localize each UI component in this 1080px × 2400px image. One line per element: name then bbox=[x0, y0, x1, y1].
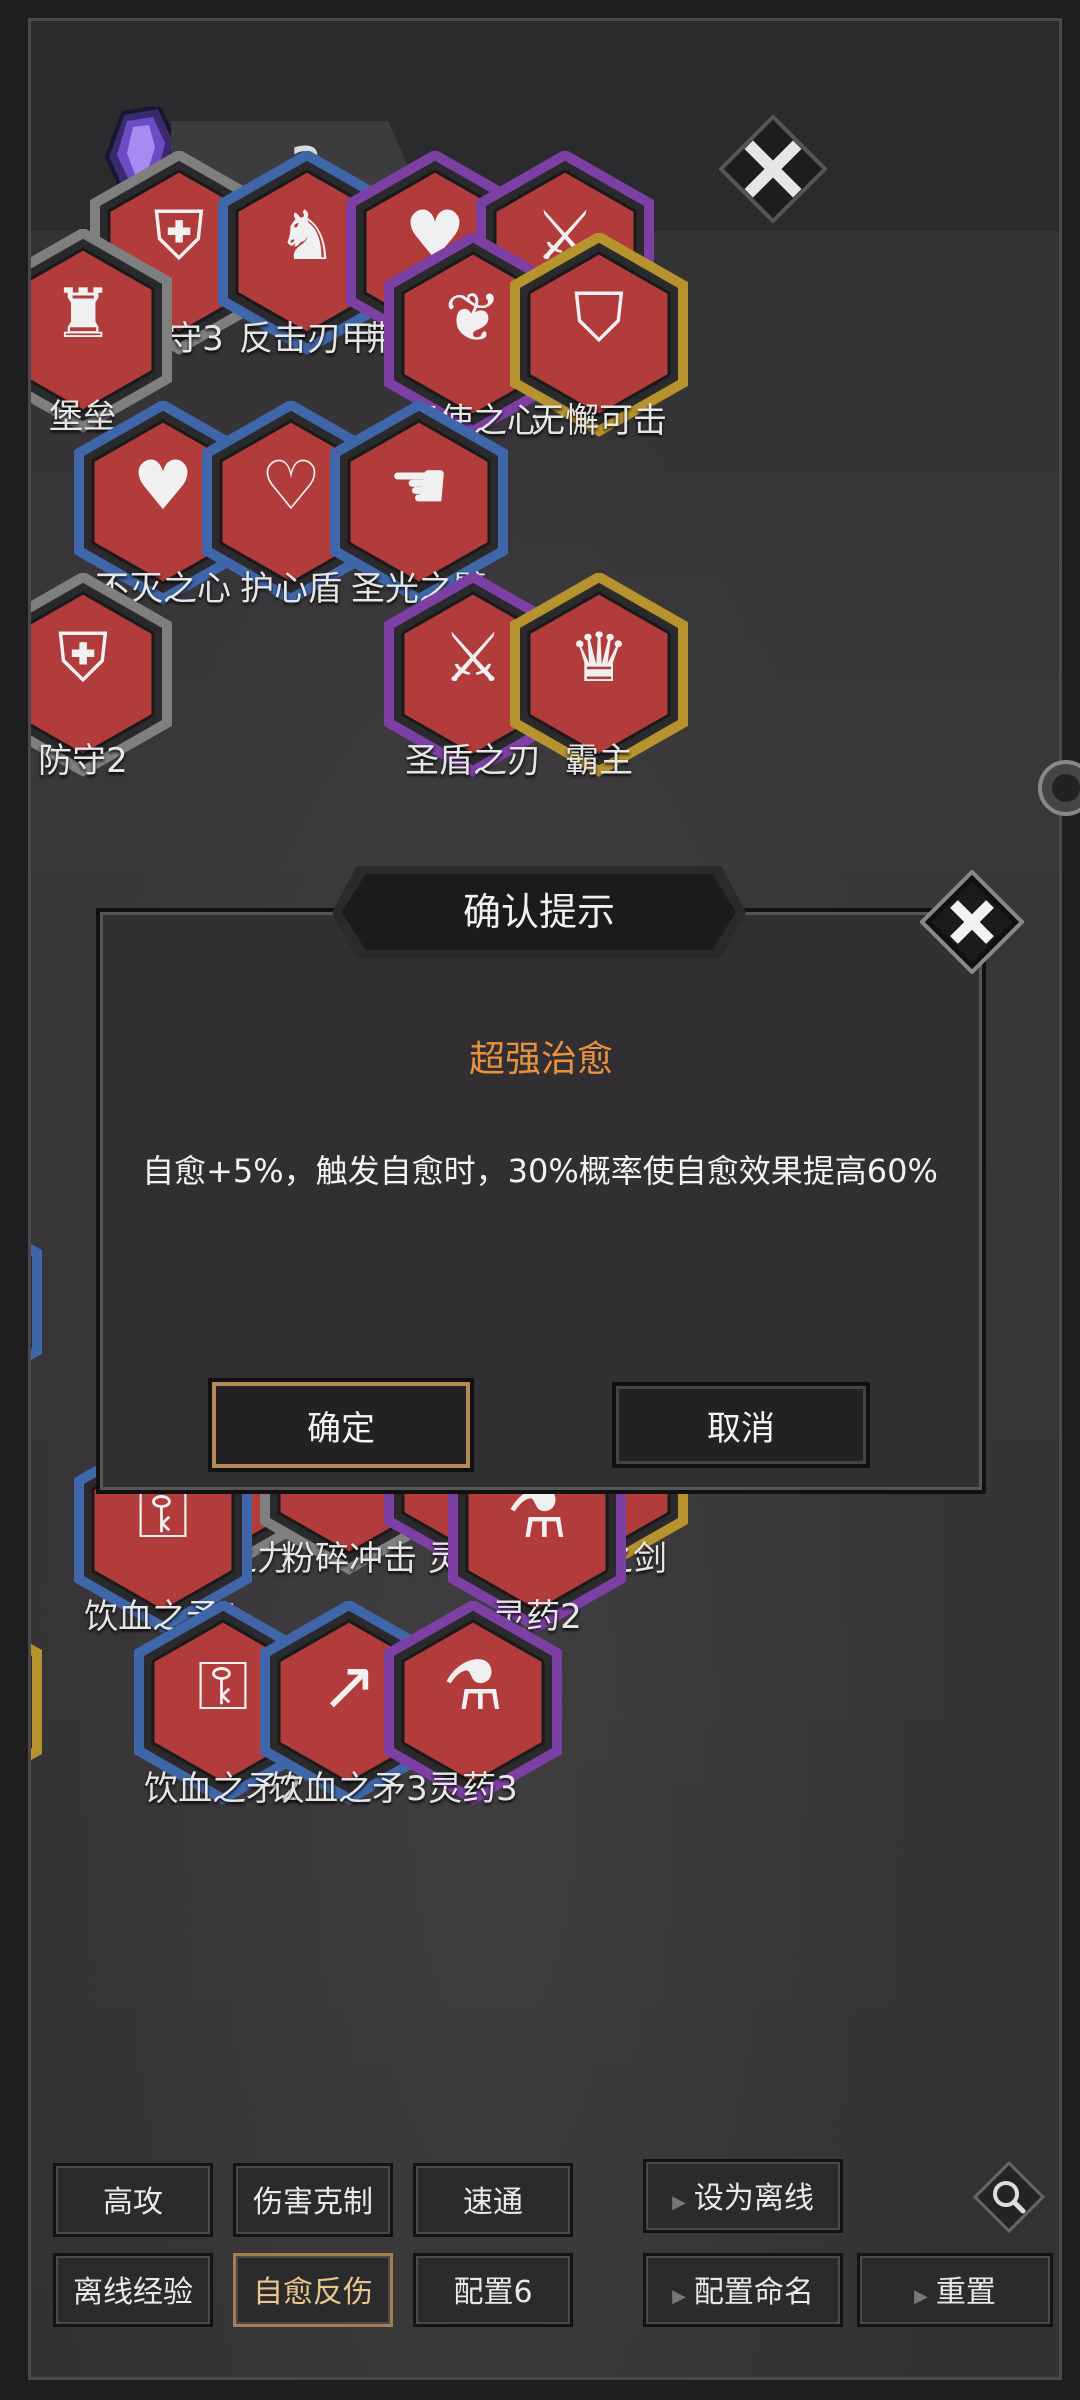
crest-shield-icon: ⛉ bbox=[573, 279, 625, 358]
arrow-icon: ▶ bbox=[672, 2192, 686, 2213]
preset-button-5-active[interactable]: 自愈反伤 bbox=[233, 2253, 393, 2327]
holy-hand-icon: ☚ bbox=[388, 447, 450, 526]
close-icon[interactable] bbox=[719, 115, 827, 223]
skill-node-label: 霸主 bbox=[565, 741, 633, 781]
skill-name: 超强治愈 bbox=[468, 1039, 613, 1080]
preset-button-2[interactable]: 伤害克制 bbox=[233, 2163, 393, 2237]
dialog-title: 确认提示 bbox=[462, 890, 615, 934]
throne-icon: ♛ bbox=[568, 619, 630, 698]
blade-icon: † bbox=[31, 1641, 45, 1733]
skill-node-label: 击 bbox=[31, 1361, 85, 1410]
set-offline-button[interactable]: ▶ 设为离线 bbox=[643, 2159, 843, 2233]
preset-button-3[interactable]: 速通 bbox=[413, 2163, 573, 2237]
close-icon[interactable] bbox=[920, 870, 1024, 974]
preset-button-1[interactable]: 高攻 bbox=[53, 2163, 213, 2237]
skill-node[interactable]: ⛉ 无懈可击 bbox=[507, 233, 691, 443]
preset-button-6[interactable]: 配置6 bbox=[413, 2253, 573, 2327]
skill-node-label: 刃 bbox=[31, 1761, 85, 1810]
skill-node[interactable]: ⚗ 灵药3 bbox=[381, 1601, 565, 1811]
set-offline-label: 设为离线 bbox=[693, 2181, 814, 2216]
search-icon[interactable] bbox=[973, 2161, 1045, 2233]
preset-button-4[interactable]: 离线经验 bbox=[53, 2253, 213, 2327]
castle-icon: ♜ bbox=[52, 275, 114, 354]
skill-node[interactable]: ✸击 bbox=[31, 1201, 45, 1411]
strike-icon: ✸ bbox=[31, 1241, 45, 1333]
shield-icon: ⛨ bbox=[57, 619, 109, 698]
cancel-button[interactable]: 取消 bbox=[612, 1382, 870, 1468]
skill-node-label: 防守2 bbox=[38, 741, 128, 781]
rename-config-label: 配置命名 bbox=[693, 2275, 814, 2310]
reset-button[interactable]: ▶ 重置 bbox=[857, 2253, 1053, 2327]
skill-node[interactable]: †刃 bbox=[31, 1601, 45, 1811]
skill-node-label: 灵药3 bbox=[428, 1769, 518, 1809]
skill-description: 自愈+5%，触发自愈时，30%概率使自愈效果提高60% bbox=[142, 1152, 938, 1190]
skill-node[interactable]: ⛨ 防守2 bbox=[31, 573, 175, 783]
arrow-icon: ▶ bbox=[914, 2286, 928, 2307]
reset-label: 重置 bbox=[935, 2275, 996, 2310]
arrow-icon: ▶ bbox=[672, 2286, 686, 2307]
skill-node[interactable]: ♛ 霸主 bbox=[507, 573, 691, 783]
side-scroll-handle-icon[interactable] bbox=[1036, 758, 1080, 818]
rename-config-button[interactable]: ▶ 配置命名 bbox=[643, 2253, 843, 2327]
potion-jar-icon: ⚗ bbox=[442, 1647, 504, 1726]
confirm-button[interactable]: 确定 bbox=[212, 1382, 470, 1468]
